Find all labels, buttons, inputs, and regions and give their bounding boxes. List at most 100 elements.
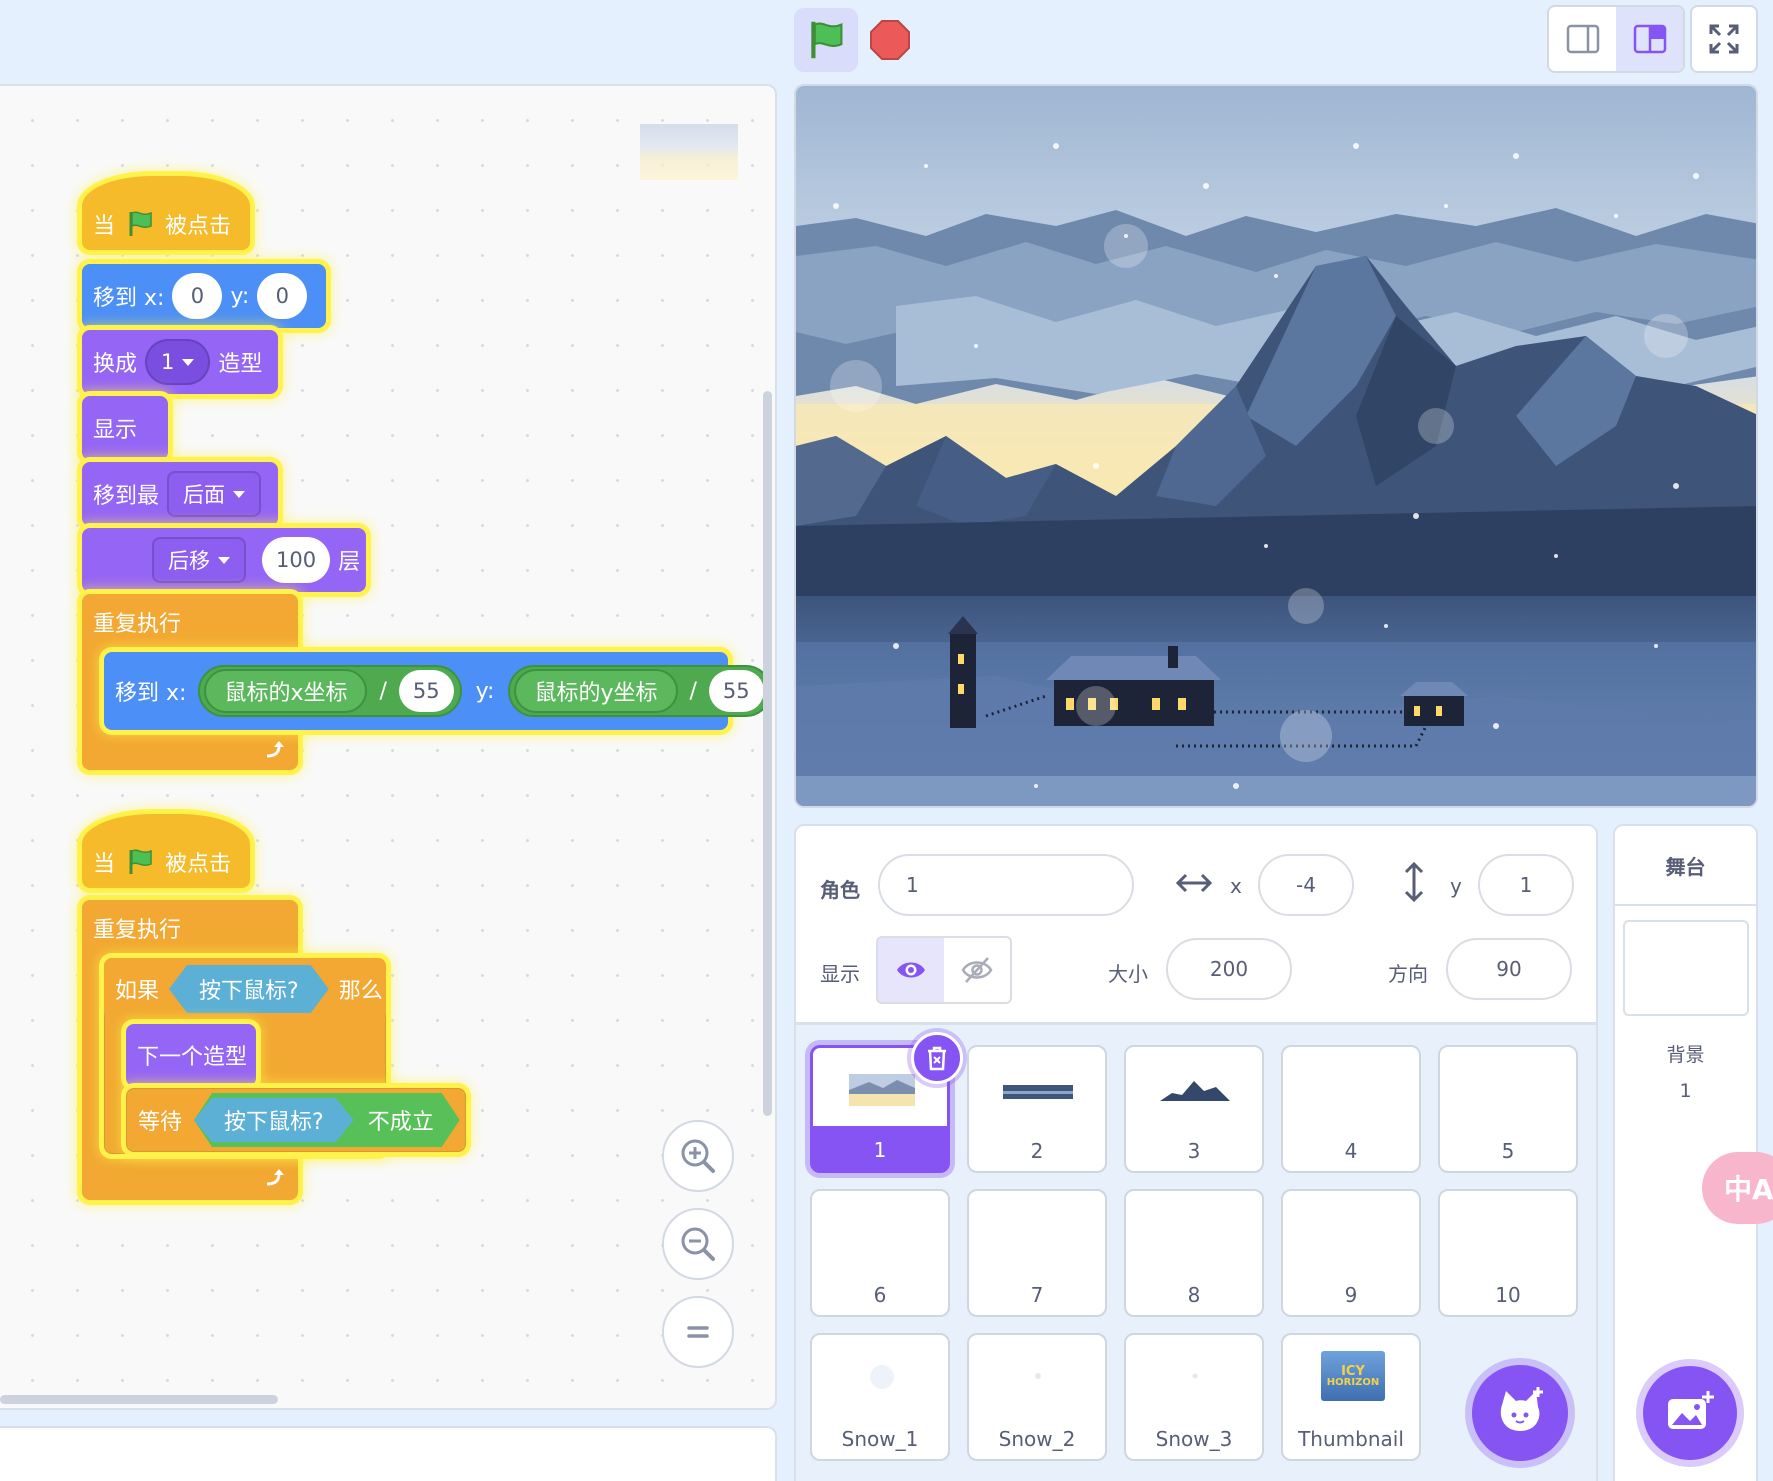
switch-costume-block[interactable]: 换成 1 造型 — [82, 330, 278, 394]
code-workspace[interactable]: 当 被点击 移到 x: 0 y: 0 换成 1 造型 显示 移到最 后面 后移 — [0, 84, 777, 1410]
backdrop-thumbnail[interactable] — [1623, 920, 1749, 1016]
cat-add-icon — [1500, 1387, 1543, 1431]
divisor-x-input[interactable]: 55 — [398, 670, 454, 712]
costume-thumbnail — [1160, 1081, 1230, 1101]
y-label: y — [1450, 874, 1462, 898]
stop-button[interactable] — [868, 18, 912, 62]
layer-count-input[interactable]: 100 — [262, 537, 331, 583]
goto-y-input[interactable]: 0 — [257, 273, 308, 319]
fullscreen-button[interactable] — [1690, 5, 1758, 73]
hat-clicked-label: 被点击 — [165, 852, 232, 877]
equals-icon — [687, 1326, 709, 1338]
backdrop-label: 背景 — [1666, 1044, 1705, 1066]
stop-icon — [870, 20, 910, 60]
mouse-down-condition[interactable]: 按下鼠标? — [169, 965, 329, 1013]
costume-tile[interactable]: 7 — [967, 1189, 1107, 1317]
wait-until-block[interactable]: 等待 按下鼠标? 不成立 — [126, 1088, 466, 1152]
costume-list[interactable]: 1 2 3 4 5 6 7 8 9 10 Snow_1 Snow_2 Snow_… — [794, 1024, 1598, 1481]
costume-tile[interactable]: Snow_1 — [810, 1333, 950, 1461]
stage-size-toggle[interactable] — [1547, 5, 1685, 73]
zoom-out-icon — [681, 1227, 715, 1261]
hat-when-label: 当 — [93, 852, 116, 877]
wait-until-label: 等待 — [138, 1110, 183, 1135]
zoom-reset-button[interactable] — [662, 1296, 734, 1368]
large-stage-button[interactable] — [1616, 7, 1683, 71]
large-stage-icon — [1633, 24, 1666, 54]
mouse-x-reporter[interactable]: 鼠标的x坐标 — [204, 669, 368, 713]
choose-sprite-button[interactable] — [1472, 1365, 1568, 1461]
when-flag-clicked-hat-2[interactable]: 当 被点击 — [82, 814, 250, 888]
costume-tile[interactable]: 2 — [967, 1045, 1107, 1173]
goto-mouse-block[interactable]: 移到 x: 鼠标的x坐标 / 55 y: 鼠标的y坐标 / 55 — [104, 652, 772, 730]
layer-dropdown[interactable]: 后面 — [167, 471, 262, 517]
zoom-in-button[interactable] — [662, 1120, 734, 1192]
costume-tile[interactable]: 8 — [1124, 1189, 1264, 1317]
image-add-icon — [1668, 1391, 1714, 1429]
costume-thumbnail — [849, 1074, 915, 1106]
divisor-y-input[interactable]: 55 — [708, 670, 764, 712]
backpack-bar[interactable] — [0, 1426, 777, 1481]
snow-thumbnail — [1035, 1373, 1041, 1379]
costume-tile[interactable]: Snow_3 — [1124, 1333, 1264, 1461]
translate-badge[interactable]: 中A — [1702, 1152, 1773, 1224]
choose-backdrop-button[interactable] — [1643, 1366, 1737, 1460]
forever-label-1: 重复执行 — [82, 594, 298, 650]
horizontal-scrollbar[interactable] — [0, 1395, 278, 1404]
eye-off-icon — [961, 957, 993, 983]
direction-input[interactable]: 90 — [1446, 938, 1572, 1000]
mouse-y-reporter[interactable]: 鼠标的y坐标 — [514, 669, 678, 713]
costume-tile[interactable]: 4 — [1281, 1045, 1421, 1173]
goto-layer-block[interactable]: 移到最 后面 — [82, 462, 278, 526]
y-input[interactable]: 1 — [1478, 854, 1574, 916]
size-input[interactable]: 200 — [1166, 938, 1292, 1000]
divide-operator-y[interactable]: 鼠标的y坐标 / 55 — [508, 665, 772, 717]
next-costume-block[interactable]: 下一个造型 — [126, 1024, 256, 1086]
costume-tile[interactable]: 5 — [1438, 1045, 1578, 1173]
small-stage-button[interactable] — [1549, 7, 1616, 71]
costume-tile[interactable]: 9 — [1281, 1189, 1421, 1317]
green-flag-button[interactable] — [794, 8, 858, 72]
visibility-toggle[interactable] — [876, 936, 1012, 1004]
divide-operator-x[interactable]: 鼠标的x坐标 / 55 — [198, 665, 462, 717]
costume-tile[interactable]: 6 — [810, 1189, 950, 1317]
zoom-in-icon — [681, 1139, 715, 1173]
show-block[interactable]: 显示 — [82, 396, 168, 460]
stage-canvas[interactable] — [794, 84, 1758, 808]
delete-costume-button[interactable] — [911, 1032, 963, 1084]
costume-tile[interactable]: 3 — [1124, 1045, 1264, 1173]
layer-direction-dropdown[interactable]: 后移 — [152, 537, 246, 583]
small-stage-icon — [1566, 24, 1599, 54]
translate-icon: 中A — [1724, 1173, 1773, 1206]
go-layers-block[interactable]: 后移 100 层 — [82, 528, 366, 592]
costume-tile[interactable]: 1 — [810, 1032, 963, 1173]
show-sprite-button[interactable] — [878, 938, 944, 1002]
costume-tile[interactable]: ICY HORIZON Thumbnail — [1281, 1333, 1421, 1461]
sprite-name-input[interactable]: 1 — [878, 854, 1134, 916]
goto-y-label: y: — [230, 283, 250, 309]
forever-label-2: 重复执行 — [82, 900, 298, 956]
goto-x-input[interactable]: 0 — [172, 273, 223, 319]
goto-label: 移到 x: — [93, 286, 165, 311]
vertical-scrollbar[interactable] — [763, 391, 772, 1116]
x-input[interactable]: -4 — [1258, 854, 1354, 916]
switch-costume-label: 换成 — [93, 352, 138, 377]
if-label: 如果 — [115, 979, 160, 1004]
costume-tile[interactable]: Snow_2 — [967, 1333, 1107, 1461]
when-flag-clicked-hat-1[interactable]: 当 被点击 — [82, 176, 250, 250]
mouse-down-condition-2[interactable]: 按下鼠标? — [194, 1098, 354, 1142]
snow-thumbnail — [1192, 1373, 1198, 1379]
icy-mountain-scene — [796, 86, 1756, 806]
sprite-info-panel: 角色 1 x -4 y 1 显示 大小 200 方向 90 — [794, 824, 1598, 1024]
chevron-down-icon — [218, 556, 230, 564]
chevron-down-icon — [233, 490, 246, 498]
hide-sprite-button[interactable] — [944, 938, 1010, 1002]
go-layers-suffix: 层 — [338, 550, 361, 575]
costume-dropdown[interactable]: 1 — [145, 339, 211, 385]
direction-label: 方向 — [1388, 962, 1428, 986]
vertical-arrows-icon — [1402, 861, 1426, 906]
zoom-out-button[interactable] — [662, 1208, 734, 1280]
layer-dropdown-value: 后面 — [183, 483, 226, 507]
costume-tile[interactable]: 10 — [1438, 1189, 1578, 1317]
not-operator[interactable]: 按下鼠标? 不成立 — [194, 1093, 460, 1147]
goto-xy-block[interactable]: 移到 x: 0 y: 0 — [82, 264, 326, 328]
